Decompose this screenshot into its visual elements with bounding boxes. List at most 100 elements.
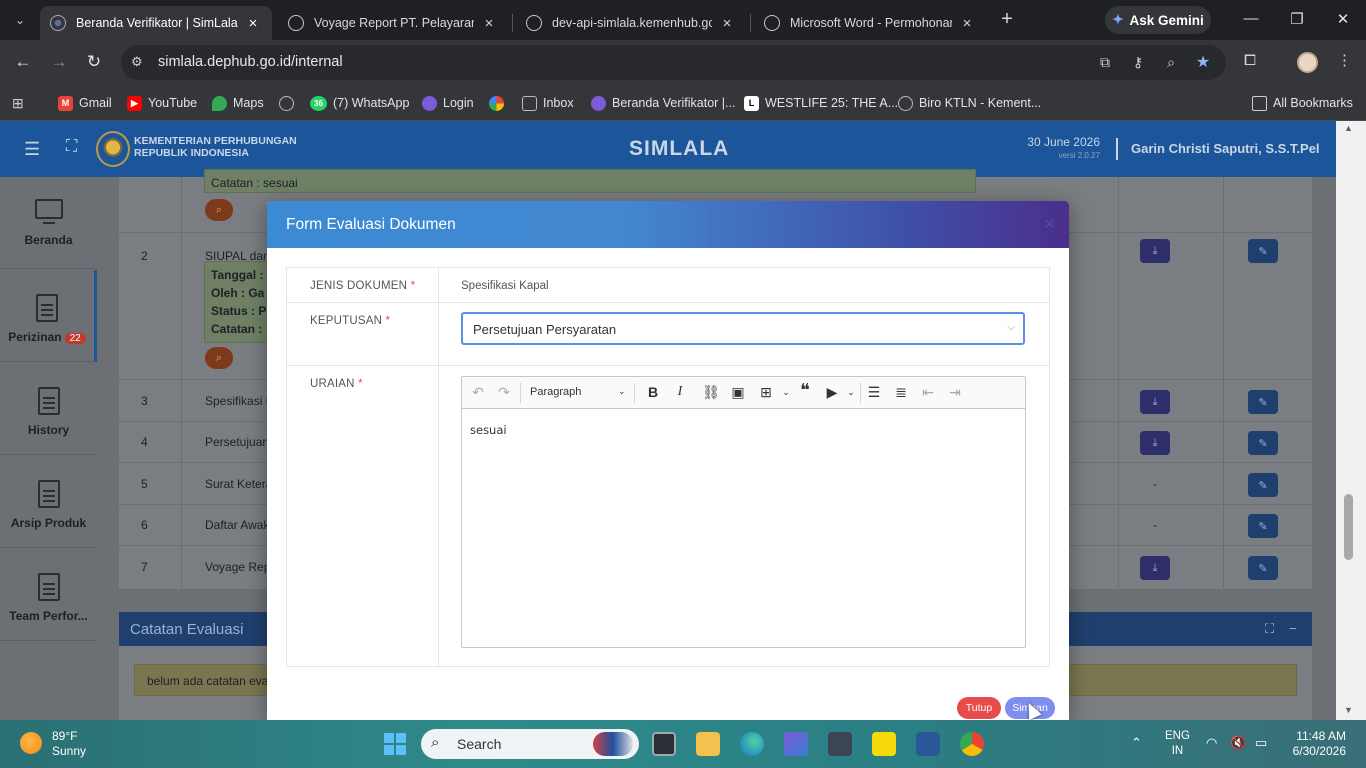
extensions-puzzle-icon[interactable]: ⧠ <box>1244 52 1256 69</box>
tab-close-icon[interactable]: × <box>958 15 976 32</box>
volume-muted-icon[interactable]: 🔇 <box>1230 735 1246 751</box>
editor-content[interactable]: sesuai <box>470 423 507 437</box>
minimize-icon[interactable]: — <box>1241 10 1261 27</box>
edit-button[interactable]: ✎ <box>1248 431 1278 455</box>
tab-search-chevron-icon[interactable]: ⌄ <box>8 8 32 32</box>
uraian-rich-text-editor[interactable]: ↶ ↷ Paragraph ⌄ B I ⛓ ▣ ⊞ ⌄ ❝ ▶ ⌄ ☰ ≣ ⇤ … <box>461 376 1026 648</box>
bookmark-biro-ktln[interactable]: Biro KTLN - Kement... <box>898 93 1041 113</box>
bookmark-star-icon[interactable]: ★ <box>1193 52 1213 72</box>
download-button[interactable]: ⤓ <box>1140 431 1170 455</box>
wifi-icon[interactable]: ◠ <box>1206 735 1217 751</box>
sticky-notes-icon[interactable] <box>872 732 896 756</box>
taskbar-search[interactable]: ⌕ Search <box>421 729 639 759</box>
new-tab-plus-icon[interactable]: + <box>996 8 1018 31</box>
sidebar-item-team-performance[interactable]: Team Perfor... <box>0 549 97 641</box>
apps-grid-icon[interactable]: ⊞ <box>12 93 24 113</box>
bookmark-globe[interactable] <box>279 93 300 113</box>
link-icon[interactable]: ⛓ <box>700 384 722 401</box>
user-name[interactable]: Garin Christi Saputri, S.S.T.Pel <box>1131 141 1320 156</box>
tab-beranda-verifikator[interactable]: Beranda Verifikator | SimLala × <box>40 6 272 40</box>
back-arrow-icon[interactable]: ← <box>13 52 33 72</box>
ask-gemini-button[interactable]: ✦ Ask Gemini <box>1105 6 1211 34</box>
fullscreen-icon[interactable]: ⛶ <box>66 138 77 156</box>
word-icon[interactable] <box>916 732 940 756</box>
tutup-button[interactable]: Tutup <box>957 697 1001 719</box>
italic-icon[interactable]: I <box>669 384 691 400</box>
tray-chevron-up-icon[interactable]: ⌃ <box>1131 735 1142 751</box>
keputusan-select[interactable]: Persetujuan Persyaratan ⌵ <box>461 312 1025 345</box>
bookmark-whatsapp[interactable]: 36 (7) WhatsApp <box>310 93 409 113</box>
sidebar-item-beranda[interactable]: Beranda <box>0 177 97 269</box>
redo-icon[interactable]: ↷ <box>493 384 515 401</box>
blockquote-icon[interactable]: ❝ <box>794 380 816 401</box>
chrome-icon[interactable] <box>960 732 984 756</box>
sun-weather-icon[interactable] <box>20 732 42 754</box>
bold-icon[interactable]: B <box>642 384 664 400</box>
weather-widget[interactable]: 89°F Sunny <box>52 729 86 759</box>
sidebar-item-perizinan[interactable]: Perizinan 22 <box>0 270 97 362</box>
address-bar[interactable]: ⚙ simlala.dephub.go.id/internal ⧉ ⚷ ⌕ ★ <box>121 45 1226 80</box>
media-dropdown-chevron-icon[interactable]: ⌄ <box>840 387 862 398</box>
edge-icon[interactable] <box>740 732 764 756</box>
bookmark-westlife[interactable]: L WESTLIFE 25: THE A... <box>744 93 898 113</box>
chrome-menu-icon[interactable]: ⋮ <box>1337 51 1352 69</box>
search-icon[interactable]: ⌕ <box>205 199 233 221</box>
zoom-icon[interactable]: ⌕ <box>1161 54 1181 71</box>
bookmark-login[interactable]: Login <box>422 93 474 113</box>
expand-icon[interactable]: ⛶ <box>1265 621 1274 637</box>
indent-icon[interactable]: ⇥ <box>944 384 966 401</box>
undo-icon[interactable]: ↶ <box>467 384 489 401</box>
task-view-icon[interactable] <box>652 732 676 756</box>
language-indicator[interactable]: ENG IN <box>1165 729 1190 759</box>
profile-avatar[interactable] <box>1297 52 1318 73</box>
download-button[interactable]: ⤓ <box>1140 390 1170 414</box>
all-bookmarks[interactable]: All Bookmarks <box>1252 93 1353 113</box>
bookmark-inbox[interactable]: Inbox <box>522 93 574 113</box>
outdent-icon[interactable]: ⇤ <box>917 384 939 401</box>
forward-arrow-icon[interactable]: → <box>49 52 69 72</box>
sidebar-item-arsip-produk[interactable]: Arsip Produk <box>0 456 97 548</box>
tab-voyage-report[interactable]: Voyage Report PT. Pelayaran Int × <box>278 6 508 40</box>
bookmark-pinwheel[interactable] <box>489 93 510 113</box>
edit-button[interactable]: ✎ <box>1248 390 1278 414</box>
download-button[interactable]: ⤓ <box>1140 239 1170 263</box>
tab-close-icon[interactable]: × <box>480 15 498 32</box>
password-key-icon[interactable]: ⚷ <box>1128 54 1148 71</box>
battery-icon[interactable]: ▭ <box>1255 735 1267 751</box>
bulleted-list-icon[interactable]: ☰ <box>863 384 885 401</box>
taskbar-clock[interactable]: 11:48 AM 6/30/2026 <box>1290 729 1346 759</box>
scrollbar-thumb[interactable] <box>1344 494 1353 560</box>
search-icon[interactable]: ⌕ <box>205 347 233 369</box>
tab-microsoft-word[interactable]: Microsoft Word - Permohonan I × <box>754 6 986 40</box>
numbered-list-icon[interactable]: ≣ <box>890 384 912 401</box>
tab-dev-api[interactable]: dev-api-simlala.kemenhub.go.id × <box>516 6 746 40</box>
insert-table-icon[interactable]: ⊞ <box>755 384 777 401</box>
download-button[interactable]: ⤓ <box>1140 556 1170 580</box>
edit-button[interactable]: ✎ <box>1248 239 1278 263</box>
site-info-icon[interactable]: ⚙ <box>131 54 143 70</box>
bookmark-youtube[interactable]: ▶ YouTube <box>127 93 197 113</box>
url-text[interactable]: simlala.dephub.go.id/internal <box>158 54 343 70</box>
edit-button[interactable]: ✎ <box>1248 556 1278 580</box>
install-app-icon[interactable]: ⧉ <box>1095 54 1115 71</box>
bookmark-gmail[interactable]: M Gmail <box>58 93 112 113</box>
page-scrollbar[interactable]: ▲ ▼ <box>1336 121 1366 720</box>
copilot-icon[interactable] <box>784 732 808 756</box>
reload-icon[interactable]: ↻ <box>84 52 104 72</box>
edit-button[interactable]: ✎ <box>1248 473 1278 497</box>
file-explorer-icon[interactable] <box>696 732 720 756</box>
scroll-down-icon[interactable]: ▼ <box>1344 705 1353 715</box>
tab-close-icon[interactable]: × <box>718 15 736 32</box>
tab-close-icon[interactable]: × <box>244 15 262 32</box>
sidebar-item-history[interactable]: History <box>0 363 97 455</box>
restore-icon[interactable]: ❐ <box>1287 10 1307 28</box>
bookmark-maps[interactable]: Maps <box>212 93 264 113</box>
paragraph-format-dropdown[interactable]: Paragraph ⌄ <box>530 386 626 398</box>
modal-close-icon[interactable]: × <box>1044 214 1055 235</box>
edit-button[interactable]: ✎ <box>1248 514 1278 538</box>
bookmark-beranda-verifikator[interactable]: Beranda Verifikator |... <box>591 93 735 113</box>
window-close-icon[interactable]: ✕ <box>1333 10 1353 28</box>
windows-start-icon[interactable] <box>384 733 406 755</box>
collapse-icon[interactable]: − <box>1289 621 1297 636</box>
scroll-up-icon[interactable]: ▲ <box>1344 123 1353 133</box>
